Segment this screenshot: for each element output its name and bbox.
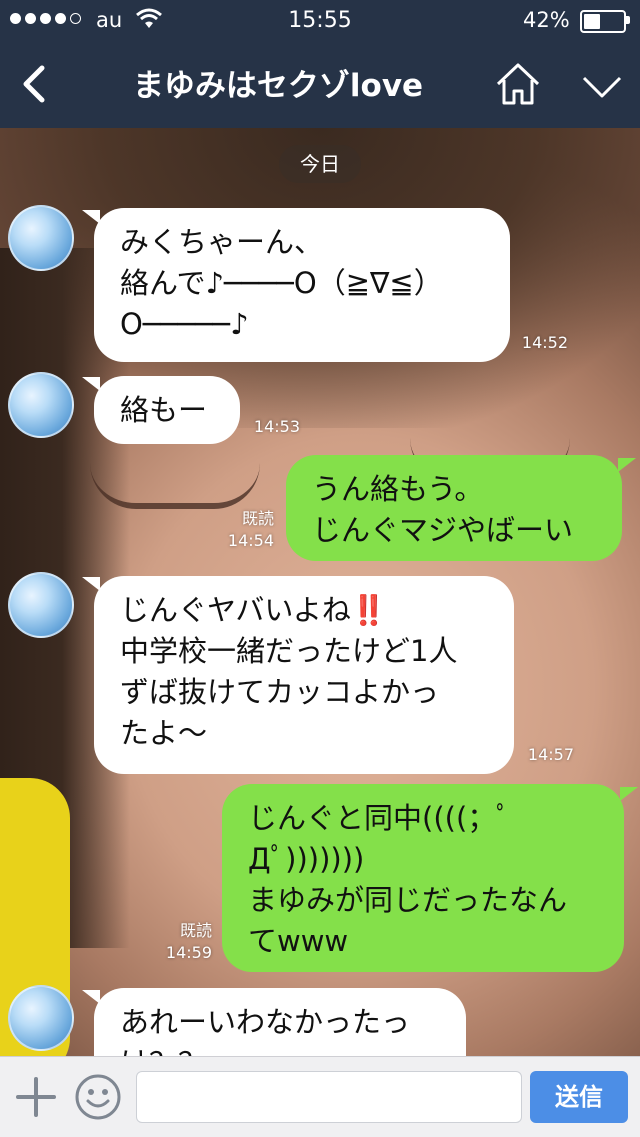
battery-nub	[626, 16, 630, 24]
battery-percentage: 42%	[523, 8, 570, 32]
message-timestamp: 14:59	[165, 943, 212, 962]
battery-level-fill	[584, 14, 600, 29]
message-timestamp: 14:54	[227, 531, 274, 550]
chevron-down-icon[interactable]	[578, 66, 626, 106]
avatar[interactable]	[8, 985, 74, 1051]
home-icon[interactable]	[494, 60, 542, 108]
send-button[interactable]: 送信	[530, 1071, 628, 1123]
message-bubble-outgoing[interactable]: うん絡もう。 じんぐマジやばーい	[286, 455, 622, 561]
read-receipt: 既読	[179, 921, 212, 940]
message-text: じんぐヤバいよね	[120, 593, 351, 627]
message-timestamp: 14:53	[253, 417, 300, 436]
chat-header: まゆみはセクゾlove	[0, 40, 640, 128]
battery-icon	[580, 10, 626, 33]
message-input-bar: 送信	[0, 1056, 640, 1137]
chat-title: まゆみはセクゾlove	[132, 68, 424, 104]
message-bubble-incoming[interactable]: みくちゃーん、 絡んで♪────O（≧∇≦） O─────♪	[94, 208, 510, 362]
status-bar: au 15:55 42%	[0, 0, 640, 40]
bubble-tail	[82, 377, 100, 391]
background-eye-left	[90, 463, 260, 509]
message-input[interactable]	[136, 1071, 522, 1123]
message-text: 中学校一緒だったけど1人 ずば抜けてカッコよかっ たよ〜	[120, 634, 458, 750]
double-exclamation-emoji: ‼️	[350, 593, 387, 627]
avatar[interactable]	[8, 572, 74, 638]
bubble-tail	[620, 787, 638, 801]
avatar[interactable]	[8, 205, 74, 271]
smiley-icon[interactable]	[74, 1073, 122, 1121]
bubble-tail	[618, 458, 636, 472]
bubble-tail	[82, 577, 100, 591]
plus-icon[interactable]	[14, 1075, 58, 1119]
message-bubble-incoming[interactable]: 絡もー	[94, 376, 240, 444]
message-bubble-incoming[interactable]: じんぐヤバいよね‼️ 中学校一緒だったけど1人 ずば抜けてカッコよかっ たよ〜	[94, 576, 514, 774]
avatar[interactable]	[8, 372, 74, 438]
message-bubble-outgoing[interactable]: じんぐと同中((((；ﾟ Дﾟ))))))) まゆみが同じだったなん てwww	[222, 784, 624, 972]
message-timestamp: 14:57	[527, 745, 574, 764]
date-separator: 今日	[279, 145, 361, 183]
message-timestamp: 14:52	[521, 333, 568, 352]
read-receipt: 既読	[241, 509, 274, 528]
